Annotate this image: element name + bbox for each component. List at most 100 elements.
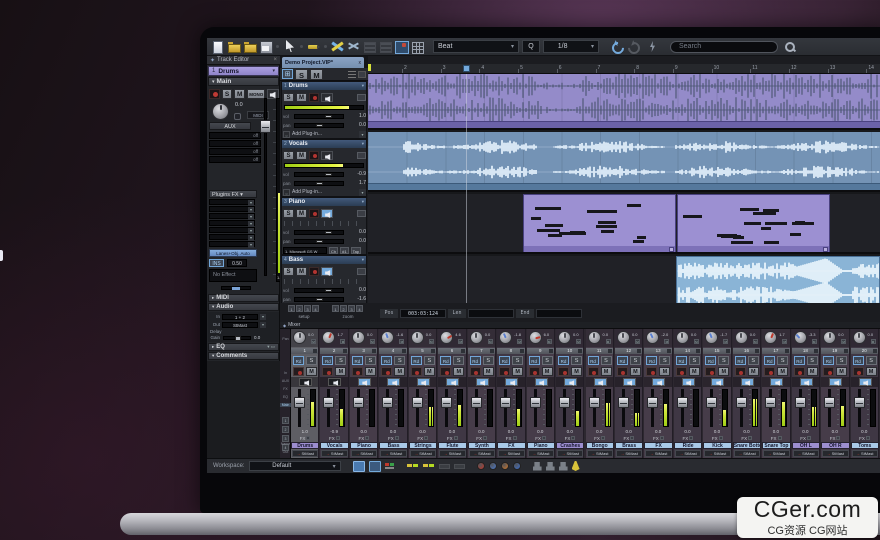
volume-fader-handle[interactable] (441, 397, 452, 408)
output-row[interactable]: →StMast (793, 450, 819, 457)
mute-button[interactable]: M (659, 367, 670, 376)
solo-button[interactable]: S (659, 356, 670, 365)
solo-button[interactable]: S (222, 89, 233, 99)
mixer-channel-strip[interactable]: 1.7M2RdSM-0.9FXVocals→StMast (320, 329, 348, 458)
record-button[interactable] (588, 367, 599, 376)
eq-section-header[interactable]: ▸EQ▾ ▭ (208, 343, 279, 351)
marker-blue-icon[interactable] (489, 462, 497, 470)
channel-name-chip[interactable]: Piano (527, 442, 555, 449)
zoom-group-button[interactable]: 1 (332, 305, 339, 312)
volume-fader-handle[interactable] (589, 397, 600, 408)
side-label-aux[interactable]: AUX (280, 379, 291, 383)
vol-slider[interactable] (294, 288, 344, 293)
pan-knob[interactable] (676, 331, 689, 344)
channel-number-row[interactable]: 14 (674, 348, 701, 354)
marker-orange-icon[interactable] (501, 462, 509, 470)
output-row[interactable]: →StMast (498, 450, 524, 457)
solo-button[interactable]: S (306, 356, 317, 365)
channel-collapse-icon[interactable] (578, 349, 582, 353)
pan-slider-thumb[interactable] (316, 240, 323, 244)
channel-number-row[interactable]: 8 (497, 348, 524, 354)
plugins-section-header[interactable]: Plugins FX ▾ (209, 190, 257, 198)
monitor-button[interactable] (476, 378, 489, 386)
read-automation-button[interactable]: Rd (646, 356, 657, 365)
mute-button[interactable]: M (689, 367, 700, 376)
mixer-channel-strip[interactable]: -3.3M18RdSM0.0FXOH L→StMast (792, 329, 820, 458)
mute-button[interactable]: M (365, 367, 376, 376)
channel-number-row[interactable]: 19 (821, 348, 848, 354)
pos-value[interactable]: 003:03:124 (400, 309, 446, 318)
mute-button[interactable]: M (542, 367, 553, 376)
aux-section-header[interactable]: AUX (209, 122, 251, 130)
chevron-down-icon[interactable]: ▾ (260, 314, 266, 320)
vol-slider[interactable] (294, 230, 344, 235)
vol-slider-thumb[interactable] (325, 231, 332, 235)
clip-handle-icon[interactable] (823, 247, 828, 252)
track-title-bar[interactable]: 3Piano▾ (282, 198, 366, 206)
channel-collapse-icon[interactable] (667, 349, 671, 353)
midi-output-dropdown[interactable]: 1. Microsoft GS W (283, 247, 327, 254)
mute-button[interactable]: M (866, 367, 877, 376)
track-mute-button[interactable]: M (296, 151, 307, 160)
monitor-button[interactable] (505, 378, 518, 386)
track-solo-button[interactable]: S (283, 151, 294, 160)
channel-collapse-icon[interactable] (402, 349, 406, 353)
record-button[interactable] (646, 367, 657, 376)
aux-send-slot[interactable]: off (209, 156, 261, 163)
volume-fader-handle[interactable] (382, 397, 393, 408)
pan-knob[interactable] (470, 331, 483, 344)
track-monitor-button[interactable] (321, 267, 333, 276)
setup-group-button[interactable]: 2 (296, 305, 303, 312)
record-button[interactable] (853, 367, 864, 376)
plugin-power-icon[interactable]: ○ (283, 131, 290, 138)
mixer-channel-strip[interactable]: 0.0M7RdSM0.0FXSynth→StMast (468, 329, 496, 458)
track-display-icon[interactable] (357, 268, 366, 275)
pan-mode-icon[interactable]: M (606, 339, 611, 344)
plugin-slot[interactable]: ▾ (209, 227, 255, 233)
side-label-fx[interactable]: FX (280, 387, 291, 391)
mute-button[interactable]: M (306, 367, 317, 376)
solo-button[interactable]: S (512, 356, 523, 365)
volume-fader-handle[interactable] (854, 397, 865, 408)
channel-number-row[interactable]: 2 (320, 348, 347, 354)
grid-value-dropdown[interactable]: 1/8▾ (543, 40, 599, 53)
output-row[interactable]: →StMast (292, 450, 318, 457)
mini-slider-thumb[interactable] (232, 287, 240, 290)
project-tab[interactable]: Demo Project.VIP*x (282, 57, 364, 68)
audio-section-header[interactable]: ▾Audio (208, 303, 279, 311)
channel-name-chip[interactable]: Strings (409, 442, 437, 449)
channel-number-row[interactable]: 1 (291, 348, 318, 354)
monitor-button[interactable] (770, 378, 783, 386)
monitor-button[interactable] (446, 378, 459, 386)
channel-name-chip[interactable]: Snare Bottom (733, 442, 761, 449)
record-button[interactable] (209, 89, 220, 99)
channel-collapse-icon[interactable] (637, 349, 641, 353)
mixer-channel-strip[interactable]: 0.0M16RdSM0.0FXSnare Bottom→StMast (733, 329, 761, 458)
pan-mode-icon[interactable]: M (753, 339, 758, 344)
search-icon[interactable] (783, 40, 796, 53)
record-button[interactable] (529, 367, 540, 376)
read-automation-button[interactable]: Rd (322, 356, 333, 365)
channel-collapse-icon[interactable] (520, 349, 524, 353)
channel-collapse-icon[interactable] (372, 349, 376, 353)
channel-name-chip[interactable]: FX (497, 442, 525, 449)
volume-fader-handle[interactable] (706, 397, 717, 408)
record-button[interactable] (705, 367, 716, 376)
close-icon[interactable]: × (273, 57, 277, 63)
pan-mode-icon[interactable]: M (517, 339, 522, 344)
mute-button[interactable]: M (483, 367, 494, 376)
piano-midi-clip[interactable]: Revolta Data 0 dB (677, 194, 830, 254)
fx-row[interactable]: FX (618, 435, 640, 441)
midi-section-header[interactable]: ▸MIDI (208, 294, 279, 302)
channel-name-chip[interactable]: Snare Top (762, 442, 790, 449)
setup-group-button[interactable]: 4 (312, 305, 319, 312)
pan-slider[interactable] (294, 239, 344, 244)
volume-knob[interactable] (212, 103, 229, 120)
track-monitor-button[interactable] (321, 151, 333, 160)
gain-slider[interactable] (223, 336, 251, 340)
mute-button[interactable]: M (748, 367, 759, 376)
mute-button[interactable]: M (836, 367, 847, 376)
fx-row[interactable]: FX (323, 435, 345, 441)
volume-fader-handle[interactable] (736, 397, 747, 408)
pan-knob[interactable] (617, 331, 630, 344)
